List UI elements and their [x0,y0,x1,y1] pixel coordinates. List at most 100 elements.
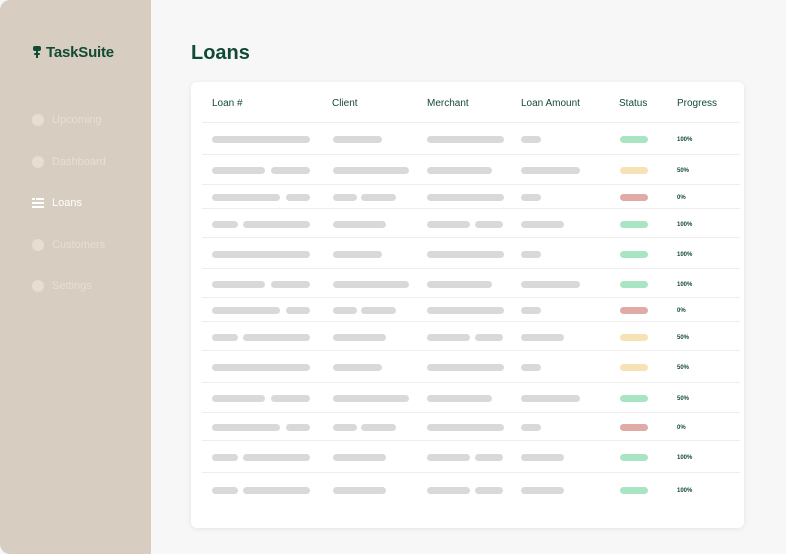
sidebar-item-label: Settings [52,280,92,292]
placeholder-bar [333,364,382,371]
progress-value: 50% [677,168,690,174]
sidebar-item-loans[interactable]: Loans [32,193,147,213]
table-row[interactable]: 100% [202,268,740,298]
status-badge [620,395,648,402]
table-row[interactable]: 0% [202,184,740,209]
placeholder-bar [271,395,310,402]
placeholder-bar [521,334,564,341]
loans-table-card: Loan # Client Merchant Loan Amount Statu… [191,82,744,528]
placeholder-bar [212,194,280,201]
sidebar-item-dashboard[interactable]: Dashboard [32,152,147,172]
status-badge [620,334,648,341]
placeholder-bar [212,307,280,314]
progress-value: 100% [677,455,693,461]
circle-icon [32,280,44,292]
placeholder-bar [521,364,541,371]
placeholder-bar [521,424,541,431]
table-row[interactable]: 50% [202,154,740,185]
table-row[interactable]: 50% [202,321,740,351]
placeholder-bar [271,281,310,288]
placeholder-bar [333,424,357,431]
placeholder-bar [212,395,265,402]
table-row[interactable]: 50% [202,382,740,413]
placeholder-bar [475,221,503,228]
placeholder-bar [475,334,503,341]
status-badge [620,167,648,174]
placeholder-bar [333,136,382,143]
column-header-status[interactable]: Status [619,98,647,109]
placeholder-bar [212,136,310,143]
sidebar-item-label: Upcoming [52,114,102,126]
table-row[interactable]: 100% [202,440,740,473]
placeholder-bar [521,454,564,461]
placeholder-bar [521,167,580,174]
sidebar-item-label: Dashboard [52,155,106,168]
placeholder-bar [286,307,310,314]
placeholder-bar [243,221,310,228]
placeholder-bar [521,487,564,494]
table-row[interactable]: 100% [202,237,740,269]
placeholder-bar [212,424,280,431]
column-header-loan-amount[interactable]: Loan Amount [521,98,580,109]
placeholder-bar [212,251,310,258]
progress-value: 0% [677,195,686,201]
placeholder-bar [521,281,580,288]
placeholder-bar [427,454,470,461]
placeholder-bar [427,251,504,258]
logo-icon [33,46,41,58]
table-row[interactable]: 100% [202,472,740,507]
placeholder-bar [427,487,470,494]
progress-value: 100% [677,137,693,143]
placeholder-bar [427,281,492,288]
placeholder-bar [427,221,470,228]
progress-value: 100% [677,252,693,258]
progress-value: 50% [677,365,690,371]
progress-value: 100% [677,488,693,494]
placeholder-bar [521,136,541,143]
placeholder-bar [243,454,310,461]
placeholder-bar [427,424,504,431]
progress-value: 50% [677,396,690,402]
status-badge [620,281,648,288]
list-lines-icon [32,198,44,208]
table-header: Loan # Client Merchant Loan Amount Statu… [191,82,744,122]
placeholder-bar [271,167,310,174]
table-row[interactable]: 100% [202,122,740,155]
placeholder-bar [521,194,541,201]
placeholder-bar [427,334,470,341]
status-badge [620,307,648,314]
placeholder-bar [333,307,357,314]
placeholder-bar [427,167,492,174]
brand-logo[interactable]: TaskSuite [32,44,114,61]
placeholder-bar [427,136,504,143]
table-row[interactable]: 50% [202,350,740,383]
placeholder-bar [333,251,382,258]
status-badge [620,424,648,431]
placeholder-bar [243,487,310,494]
placeholder-bar [333,281,409,288]
status-badge [620,251,648,258]
status-badge [620,136,648,143]
brand-name: TaskSuite [46,44,114,61]
table-row[interactable]: 100% [202,208,740,238]
sidebar-item-settings[interactable]: Settings [32,276,147,296]
placeholder-bar [333,454,386,461]
table-row[interactable]: 0% [202,412,740,441]
sidebar-item-customers[interactable]: Customers [32,235,147,255]
placeholder-bar [212,364,310,371]
placeholder-bar [212,454,238,461]
sidebar-item-label: Customers [52,238,106,251]
progress-value: 0% [677,425,686,431]
sidebar-item-upcoming[interactable]: Upcoming [32,110,147,130]
placeholder-bar [212,487,238,494]
circle-icon [32,155,44,168]
progress-value: 50% [677,335,690,341]
placeholder-bar [521,251,541,258]
column-header-merchant[interactable]: Merchant [427,98,469,109]
column-header-loan-number[interactable]: Loan # [212,98,243,109]
status-badge [620,454,648,461]
table-row[interactable]: 0% [202,297,740,322]
status-badge [620,221,648,228]
column-header-progress[interactable]: Progress [677,98,717,109]
column-header-client[interactable]: Client [332,98,358,109]
